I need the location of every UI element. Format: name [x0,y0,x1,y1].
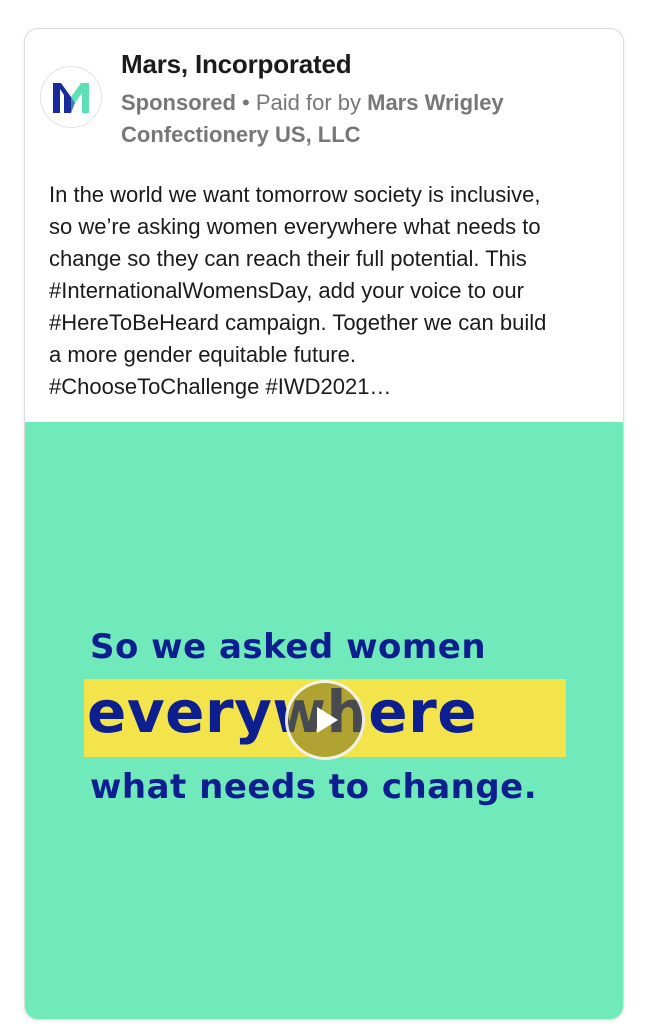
advertiser-name[interactable]: Mars, Incorporated [121,49,352,80]
sponsorship-disclosure: Sponsored • Paid for by Mars Wrigley Con… [121,87,591,151]
sponsored-post-card: Mars, Incorporated Sponsored • Paid for … [24,28,624,1020]
advertiser-avatar[interactable] [40,66,102,128]
video-headline-line-1: So we asked women [90,627,487,667]
mars-m-logo-icon [53,83,89,113]
play-button[interactable] [285,680,365,760]
video-headline-line-3: what needs to change. [90,767,538,807]
separator: • [235,90,256,115]
play-icon [317,707,338,733]
paid-for-prefix: Paid for by [255,90,368,115]
video-media[interactable]: So we asked women everywhere what needs … [25,422,623,1019]
post-body-text: In the world we want tomorrow society is… [49,182,547,399]
video-headline-line-2: everywhere [87,678,478,746]
sponsored-label: Sponsored [121,90,236,115]
